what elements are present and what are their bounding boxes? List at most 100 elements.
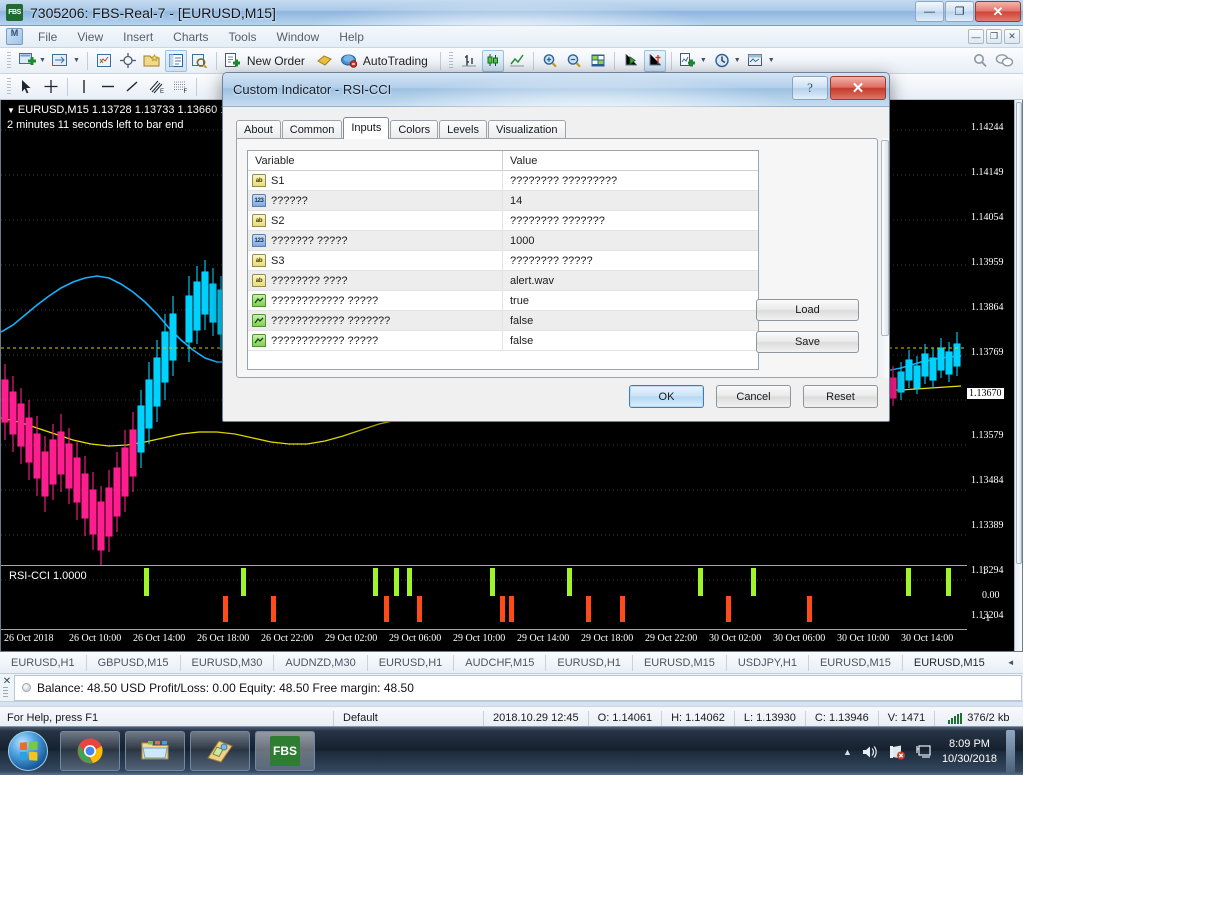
cancel-button[interactable]: Cancel: [716, 385, 791, 408]
chart-tab[interactable]: USDJPY,H1: [727, 654, 809, 671]
toolbar-grip[interactable]: [7, 51, 11, 70]
chart-tab[interactable]: EURUSD,H1: [368, 654, 455, 671]
equidistant-channel-icon[interactable]: E: [145, 76, 167, 98]
market-watch-icon[interactable]: [93, 50, 115, 72]
taskbar-item-chrome[interactable]: [60, 731, 120, 771]
data-window-icon[interactable]: [587, 50, 609, 72]
templates-dropdown-icon[interactable]: ▼: [768, 57, 775, 64]
inputs-grid[interactable]: Variable Value ab S1 ???????? ????????? …: [247, 150, 759, 370]
dialog-close-button[interactable]: ✕: [830, 76, 886, 100]
bar-chart-icon[interactable]: [458, 50, 480, 72]
network-error-icon[interactable]: [888, 744, 906, 760]
chart-collapse-icon[interactable]: ▼: [7, 106, 15, 115]
chat-icon[interactable]: [993, 50, 1015, 72]
table-row[interactable]: ???????????? ????? true: [248, 291, 758, 311]
grid-cell-variable[interactable]: 123 ??????: [248, 191, 503, 210]
zoom-out-icon[interactable]: [563, 50, 585, 72]
taskbar-item-explorer[interactable]: [125, 731, 185, 771]
timeframes-dropdown-icon[interactable]: ▼: [734, 57, 741, 64]
close-button[interactable]: ✕: [975, 1, 1021, 22]
autotrading-label[interactable]: AutoTrading: [363, 54, 428, 68]
new-order-icon[interactable]: [222, 50, 244, 72]
status-connection[interactable]: 376/2 kb: [934, 711, 1018, 726]
ok-button[interactable]: OK: [629, 385, 704, 408]
menu-item-view[interactable]: View: [67, 28, 113, 46]
indicator-subwindow[interactable]: RSI-CCI 1.0000 1 0.00 -1: [1, 565, 1000, 625]
volume-icon[interactable]: [861, 744, 879, 760]
crosshair-icon[interactable]: [117, 50, 139, 72]
table-row[interactable]: ab S2 ???????? ???????: [248, 211, 758, 231]
timeframes-icon[interactable]: [711, 50, 733, 72]
terminal-close-icon[interactable]: ✕: [0, 676, 14, 687]
scrollbar-thumb[interactable]: [1016, 102, 1022, 564]
candlestick-chart-icon[interactable]: [481, 49, 504, 72]
menu-item-tools[interactable]: Tools: [219, 28, 267, 46]
save-button[interactable]: Save: [756, 331, 859, 353]
minimize-button[interactable]: —: [915, 1, 944, 22]
grid-cell-variable[interactable]: ab S2: [248, 211, 503, 230]
terminal-icon[interactable]: [164, 49, 187, 72]
tabs-prev-icon[interactable]: ◄: [1007, 658, 1015, 667]
table-row[interactable]: 123 ??????? ????? 1000: [248, 231, 758, 251]
trendline-icon[interactable]: [121, 76, 143, 98]
templates-icon[interactable]: [745, 50, 767, 72]
profiles-dropdown-icon[interactable]: ▼: [73, 57, 80, 64]
mdi-maximize-button[interactable]: ❐: [986, 29, 1002, 44]
zoom-in-icon[interactable]: [539, 50, 561, 72]
grid-cell-value[interactable]: 14: [503, 191, 758, 210]
account-summary-row[interactable]: Balance: 48.50 USD Profit/Loss: 0.00 Equ…: [14, 674, 1022, 701]
tray-expand-icon[interactable]: ▲: [843, 747, 852, 757]
grid-cell-variable[interactable]: ???????????? ?????: [248, 331, 503, 350]
new-chart-dropdown-icon[interactable]: ▼: [39, 57, 46, 64]
chart-tab[interactable]: EURUSD,M15: [633, 654, 727, 671]
tab-levels[interactable]: Levels: [439, 120, 487, 139]
grid-cell-value[interactable]: ???????? ?????????: [503, 171, 758, 190]
table-row[interactable]: ab S3 ???????? ?????: [248, 251, 758, 271]
vertical-line-icon[interactable]: [73, 76, 95, 98]
terminal-grip[interactable]: [3, 686, 8, 699]
show-desktop-button[interactable]: [1006, 729, 1015, 774]
horizontal-line-icon[interactable]: [97, 76, 119, 98]
menu-item-charts[interactable]: Charts: [163, 28, 218, 46]
autotrading-icon[interactable]: [338, 50, 360, 72]
chart-vertical-scrollbar[interactable]: [1014, 100, 1022, 651]
grid-cell-value[interactable]: false: [503, 311, 758, 330]
dialog-help-button[interactable]: ?: [792, 76, 828, 100]
grid-cell-value[interactable]: 1000: [503, 231, 758, 250]
taskbar-clock[interactable]: 8:09 PM 10/30/2018: [942, 737, 997, 767]
menu-item-help[interactable]: Help: [329, 28, 374, 46]
indicators-icon[interactable]: [677, 50, 699, 72]
chart-tab[interactable]: AUDNZD,M30: [274, 654, 368, 671]
table-row[interactable]: ab S1 ???????? ?????????: [248, 171, 758, 191]
profiles-icon[interactable]: [50, 50, 72, 72]
line-toolbar-grip[interactable]: [7, 77, 11, 96]
chart-shift-icon[interactable]: [643, 49, 666, 72]
grid-cell-variable[interactable]: ab ???????? ????: [248, 271, 503, 290]
taskbar-item-fbs[interactable]: FBS: [255, 731, 315, 771]
grid-cell-value[interactable]: ???????? ???????: [503, 211, 758, 230]
time-axis[interactable]: 26 Oct 2018 26 Oct 10:00 26 Oct 14:00 26…: [1, 629, 967, 651]
strategy-tester-icon[interactable]: [189, 50, 211, 72]
grid-cell-variable[interactable]: ab S3: [248, 251, 503, 270]
grid-cell-value[interactable]: true: [503, 291, 758, 310]
chart-tab[interactable]: EURUSD,M30: [181, 654, 275, 671]
navigator-icon[interactable]: [141, 50, 163, 72]
start-button[interactable]: [1, 729, 55, 773]
table-row[interactable]: 123 ?????? 14: [248, 191, 758, 211]
new-order-label[interactable]: New Order: [247, 54, 305, 68]
menu-item-insert[interactable]: Insert: [113, 28, 163, 46]
chart-tab[interactable]: EURUSD,M15: [809, 654, 903, 671]
grid-cell-value[interactable]: false: [503, 331, 758, 350]
auto-scroll-icon[interactable]: [620, 50, 642, 72]
search-icon[interactable]: [969, 50, 991, 72]
maximize-button[interactable]: ❐: [945, 1, 974, 22]
action-center-icon[interactable]: [915, 744, 933, 760]
dialog-scroll-thumb[interactable]: [881, 140, 889, 336]
table-row[interactable]: ab ???????? ???? alert.wav: [248, 271, 758, 291]
grid-cell-variable[interactable]: 123 ??????? ?????: [248, 231, 503, 250]
reset-button[interactable]: Reset: [803, 385, 878, 408]
table-row[interactable]: ???????????? ??????? false: [248, 311, 758, 331]
chart-tab[interactable]: EURUSD,H1: [546, 654, 633, 671]
mdi-close-button[interactable]: ✕: [1004, 29, 1020, 44]
chart-toolbar-grip[interactable]: [448, 51, 453, 70]
